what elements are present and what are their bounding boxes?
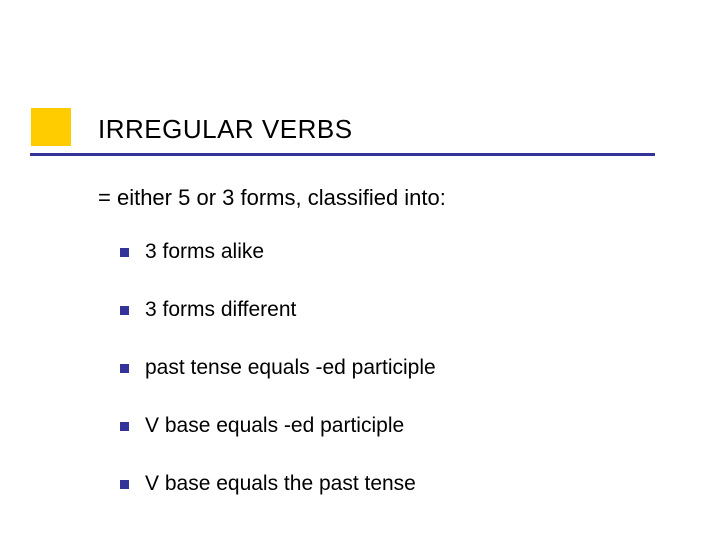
list-item-label: V base equals -ed participle [145, 414, 404, 438]
bullet-list: 3 forms alike 3 forms different past ten… [120, 240, 680, 530]
accent-block [31, 108, 71, 146]
slide-subtitle: = either 5 or 3 forms, classified into: [98, 185, 446, 211]
list-item: V base equals the past tense [120, 472, 680, 496]
list-item-label: 3 forms different [145, 298, 296, 322]
list-item-label: V base equals the past tense [145, 472, 416, 496]
slide: IRREGULAR VERBS = either 5 or 3 forms, c… [0, 0, 720, 540]
square-bullet-icon [120, 364, 129, 373]
square-bullet-icon [120, 480, 129, 489]
title-underline [30, 153, 655, 156]
list-item: 3 forms alike [120, 240, 680, 264]
square-bullet-icon [120, 422, 129, 431]
slide-title: IRREGULAR VERBS [98, 114, 353, 145]
square-bullet-icon [120, 248, 129, 257]
list-item: V base equals -ed participle [120, 414, 680, 438]
square-bullet-icon [120, 306, 129, 315]
list-item: past tense equals -ed participle [120, 356, 680, 380]
list-item: 3 forms different [120, 298, 680, 322]
list-item-label: past tense equals -ed participle [145, 356, 436, 380]
list-item-label: 3 forms alike [145, 240, 264, 264]
